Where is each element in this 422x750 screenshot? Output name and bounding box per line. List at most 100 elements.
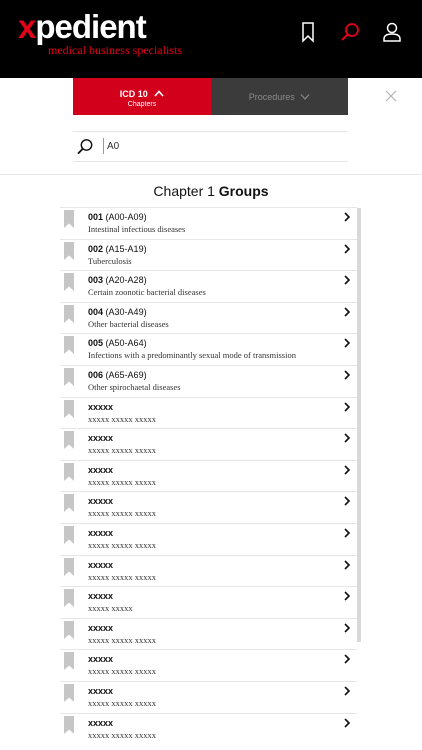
chevron-right-icon[interactable] <box>343 244 351 254</box>
group-number: xxxxx <box>88 685 114 696</box>
list-item[interactable]: 004 (A30-A49) Other bacterial diseases <box>60 301 357 334</box>
bookmark-icon[interactable] <box>64 336 74 355</box>
list-item[interactable]: 002 (A15-A19) Tuberculosis <box>60 238 357 271</box>
list-item[interactable]: xxxxx xxxxx xxxxx xxxxx <box>60 649 357 681</box>
group-number: xxxxx <box>88 433 114 444</box>
chevron-right-icon[interactable] <box>343 433 351 443</box>
chevron-right-icon[interactable] <box>343 591 351 601</box>
list-item[interactable]: 005 (A50-A64) Infections with a predomina… <box>60 333 357 365</box>
group-number: 006 <box>88 369 104 380</box>
bookmark-icon[interactable] <box>296 20 320 44</box>
group-code: xxxxx <box>88 686 113 696</box>
group-code: xxxxx <box>88 718 113 728</box>
group-description: xxxxx xxxxx xxxxx <box>88 445 156 456</box>
bookmark-icon[interactable] <box>64 431 74 450</box>
page-title: Chapter 1 Groups <box>0 183 422 199</box>
list-item[interactable]: xxxxx xxxxx xxxxx <box>60 586 357 618</box>
list-item[interactable]: xxxxx xxxxx xxxxx xxxxx <box>60 522 357 555</box>
group-description: xxxxx xxxxx xxxxx <box>88 571 156 582</box>
group-number: xxxxx <box>88 717 114 728</box>
group-description: xxxxx xxxxx xxxxx <box>88 697 156 708</box>
page-title-prefix: Chapter 1 <box>153 183 215 199</box>
chevron-right-icon[interactable] <box>343 338 351 348</box>
chevron-right-icon[interactable] <box>343 559 351 570</box>
scrollbar[interactable] <box>357 208 361 642</box>
list-item[interactable]: xxxxx xxxxx xxxxx xxxxx <box>60 712 357 745</box>
group-description: Intestinal infectious diseases <box>88 224 186 234</box>
bookmark-icon[interactable] <box>64 494 74 513</box>
page-title-bold: Groups <box>218 183 269 199</box>
search-icon[interactable] <box>76 138 94 156</box>
chevron-right-icon[interactable] <box>343 401 351 412</box>
bookmark-icon[interactable] <box>64 273 74 292</box>
list-item[interactable]: xxxxx xxxxx xxxxx xxxxx <box>60 617 357 650</box>
tab-procedures-label: Procedures <box>248 92 295 102</box>
list-item[interactable]: 006 (A65-A69) Other spirochaetal diseases <box>60 364 357 397</box>
chevron-right-icon[interactable] <box>343 370 351 380</box>
list-item[interactable]: xxxxx xxxxx xxxxx xxxxx <box>60 554 357 587</box>
group-description: Tuberculosis <box>88 255 132 266</box>
chevron-down-icon <box>300 94 310 100</box>
group-code: xxxxx <box>88 465 113 475</box>
group-code: xxxxx <box>88 560 113 570</box>
group-code: xxxxx <box>88 496 113 506</box>
group-range: (A00-A09) <box>105 212 147 222</box>
chevron-right-icon[interactable] <box>343 212 351 222</box>
bookmark-icon[interactable] <box>64 715 74 734</box>
group-description: Other spirochaetal diseases <box>88 381 181 392</box>
group-description: xxxxx xxxxx <box>88 603 133 614</box>
bookmark-icon[interactable] <box>64 525 74 544</box>
search-input[interactable] <box>103 138 337 154</box>
user-icon[interactable] <box>380 20 404 44</box>
group-number: xxxxx <box>88 559 114 570</box>
group-number: xxxxx <box>88 654 114 665</box>
tab-procedures[interactable]: Procedures <box>211 78 348 115</box>
group-description: xxxxx xxxxx xxxxx <box>88 634 156 645</box>
close-icon[interactable] <box>384 89 398 103</box>
xpedient-logo[interactable]: xpedient medical business specialists <box>18 10 182 58</box>
group-number: xxxxx <box>88 591 114 602</box>
list-item[interactable]: 001 (A00-A09) Intestinal infectious disea… <box>60 207 357 239</box>
bookmark-icon[interactable] <box>64 462 74 481</box>
bookmark-icon[interactable] <box>64 367 74 386</box>
group-description: xxxxx xxxxx xxxxx <box>88 666 156 677</box>
bookmark-icon[interactable] <box>64 210 74 228</box>
list-item[interactable]: xxxxx xxxxx xxxxx xxxxx <box>60 491 357 523</box>
search-icon[interactable] <box>338 20 362 44</box>
group-number: 003 <box>88 275 104 286</box>
chevron-right-icon[interactable] <box>343 528 351 538</box>
group-code: xxxxx <box>88 433 113 443</box>
group-code: 006 (A65-A69) <box>88 370 147 380</box>
group-number: 005 <box>88 338 104 349</box>
list-item[interactable]: xxxxx xxxxx xxxxx xxxxx <box>60 396 357 429</box>
group-code: 003 (A20-A28) <box>88 275 147 285</box>
app-header: xpedient medical business specialists <box>0 0 422 78</box>
chevron-right-icon[interactable] <box>343 686 351 696</box>
bookmark-icon[interactable] <box>64 683 74 702</box>
chevron-right-icon[interactable] <box>343 623 351 633</box>
chevron-right-icon[interactable] <box>343 717 351 728</box>
bookmark-icon[interactable] <box>64 620 74 639</box>
group-code: 005 (A50-A64) <box>88 338 147 348</box>
bookmark-icon[interactable] <box>64 399 74 418</box>
bookmark-icon[interactable] <box>64 652 74 671</box>
bookmark-icon[interactable] <box>64 557 74 576</box>
bookmark-icon[interactable] <box>64 241 74 260</box>
list-item[interactable]: 003 (A20-A28) Certain zoonotic bacterial … <box>60 270 357 302</box>
chevron-right-icon[interactable] <box>343 465 351 475</box>
chevron-right-icon[interactable] <box>343 496 351 506</box>
list-item[interactable]: xxxxx xxxxx xxxxx xxxxx <box>60 680 357 713</box>
chevron-right-icon[interactable] <box>343 654 351 664</box>
group-number: xxxxx <box>88 622 114 633</box>
list-item[interactable]: xxxxx xxxxx xxxxx xxxxx <box>60 459 357 492</box>
tab-icd10[interactable]: ICD 10 Chapters <box>73 78 211 115</box>
bookmark-icon[interactable] <box>64 589 74 608</box>
chevron-right-icon[interactable] <box>343 307 351 317</box>
group-description: Infections with a predominantly sexual m… <box>88 350 296 361</box>
bookmark-icon[interactable] <box>64 304 74 323</box>
search-bar <box>73 131 348 162</box>
group-description: Certain zoonotic bacterial diseases <box>88 287 206 298</box>
list-item[interactable]: xxxxx xxxxx xxxxx xxxxx <box>60 428 357 460</box>
chevron-right-icon[interactable] <box>343 275 351 285</box>
group-number: 001 <box>88 212 104 222</box>
